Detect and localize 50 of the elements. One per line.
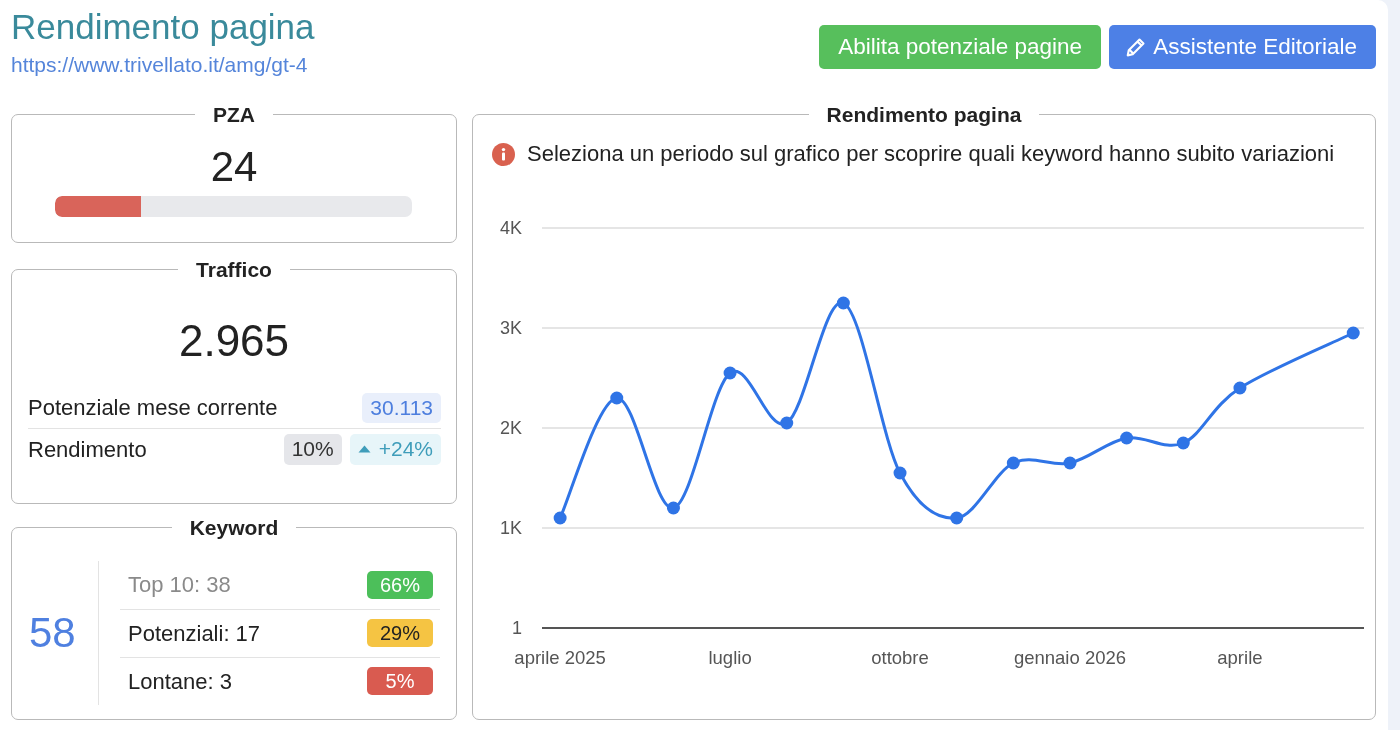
percentage-badge: 5% [367,667,433,696]
axis-label: 1K [499,517,522,538]
data-point[interactable] [1063,456,1077,470]
data-point[interactable] [893,466,907,480]
data-point[interactable] [553,511,567,525]
trend-value: +24% [378,437,433,462]
axis-label: gennaio 2026 [1013,646,1127,668]
axis-label: aprile [1217,646,1263,668]
data-point[interactable] [1176,436,1190,450]
percentage-badge: 66% [367,570,433,599]
data-point[interactable] [950,511,964,525]
keyword-row-label: Potenziali: 17 [128,619,261,648]
notice-text: Seleziona un periodo sul grafico per scoprire quali keyword hanno subito variazioni [527,141,1335,168]
traffic-value: 2.965 [178,319,290,364]
percentage-badge: 10% [283,434,342,465]
data-point[interactable] [1120,431,1134,445]
enable-button[interactable]: Abilita potenziale pagine [819,25,1102,69]
row-label: Potenziale mese corrente [28,394,278,423]
keyword-row-label: Lontane: 3 [128,667,232,696]
pza-value: 24 [210,146,258,189]
axis-label: ottobre [871,646,929,668]
data-point[interactable] [666,501,680,515]
keyword-total: 58 [29,609,76,657]
pencil-icon [1126,37,1146,57]
axis-label: 1 [512,617,522,638]
potential-badge: 30.113 [362,392,441,423]
data-point[interactable] [836,296,850,310]
axis-label: 2K [499,417,522,438]
section-title: Traffico [195,258,273,282]
data-point[interactable] [780,416,794,430]
axis-label: luglio [708,646,752,668]
info-icon [492,143,515,167]
section-title: PZA [212,103,256,127]
axis-label: 3K [499,317,522,338]
axis-label: aprile 2025 [514,646,606,668]
keyword-row-label: Top 10: 38 [128,571,231,600]
assistant-button[interactable]: Assistente Editoriale [1109,25,1376,69]
row-label: Rendimento [28,435,147,464]
data-point[interactable] [1006,456,1020,470]
up-triangle-icon [357,445,371,454]
section-title: Rendimento pagina [825,103,1023,127]
page-url-link[interactable]: https://www.trivellato.it/amg/gt-4 [11,49,308,81]
data-point[interactable] [1346,326,1360,340]
page-title: Rendimento pagina [11,7,315,48]
data-point[interactable] [610,391,624,405]
data-point[interactable] [723,366,737,380]
section-title: Keyword [188,516,280,540]
data-point[interactable] [1233,381,1247,395]
axis-label: 4K [499,217,522,238]
percentage-badge: 29% [367,619,433,648]
